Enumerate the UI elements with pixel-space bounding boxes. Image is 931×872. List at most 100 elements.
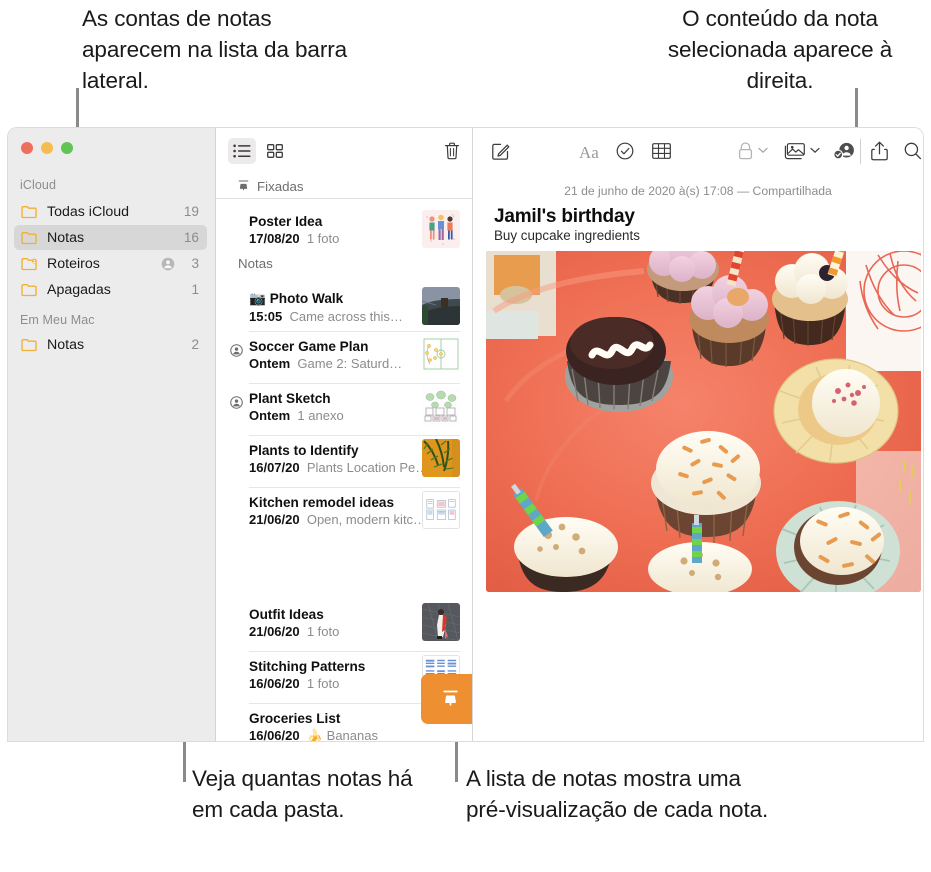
table-button[interactable] (652, 143, 671, 159)
row-divider (249, 487, 460, 488)
note-date: 16/06/20 (249, 728, 300, 741)
gallery-view-button[interactable] (261, 138, 289, 164)
camera-emoji-icon: 📷 (249, 291, 266, 306)
chevron-down-icon (810, 147, 820, 154)
sidebar-section-icloud-title: iCloud (20, 178, 57, 192)
format-button[interactable]: Aa (579, 143, 599, 163)
close-button[interactable] (21, 142, 33, 154)
toolbar-divider (860, 139, 861, 164)
note-preview: 1 foto (306, 676, 340, 691)
list-view-button[interactable] (228, 138, 256, 164)
table-icon (652, 143, 671, 159)
note-date: 15:05 (249, 309, 283, 324)
note-date-line: 21 de junho de 2020 à(s) 17:08 — Compart… (564, 184, 832, 198)
folder-icon (21, 283, 37, 296)
pin-icon (442, 690, 458, 706)
editor-toolbar: Aa (473, 128, 923, 174)
sidebar-item-count: 2 (191, 337, 199, 352)
note-thumbnail-poster-idea (422, 210, 460, 248)
note-date: 21/06/20 (249, 624, 300, 639)
note-date: Ontem (249, 408, 291, 423)
sidebar-item-count: 1 (191, 282, 199, 297)
folder-icon (21, 338, 37, 351)
folder-icon (21, 231, 37, 244)
row-divider (249, 383, 460, 384)
sidebar-item-label: Todas iCloud (47, 203, 130, 220)
note-preview: 🍌 Bananas (306, 728, 378, 741)
note-title-text: Photo Walk (269, 291, 344, 306)
note-editor-panel: Aa 21 de junho de 2020 à(s) 17:08 — Comp… (473, 128, 923, 741)
note-preview: 1 foto (306, 231, 340, 246)
sidebar-item-notas-mac[interactable]: Notas 2 (14, 332, 207, 357)
media-chevron-button[interactable] (810, 147, 820, 154)
insert-media-button[interactable] (784, 143, 805, 160)
shared-person-icon (161, 257, 175, 271)
pin-swipe-action-button[interactable] (421, 674, 472, 724)
note-preview: Game 2: Saturd… (297, 356, 403, 371)
folder-shared-icon (21, 257, 37, 270)
sidebar-section-mac-title: Em Meu Mac (20, 313, 95, 327)
sidebar-item-label: Roteiros (47, 255, 100, 272)
note-date: Ontem (249, 356, 291, 371)
row-divider (249, 435, 460, 436)
sidebar-item-roteiros[interactable]: Roteiros 3 (14, 251, 207, 276)
media-icon (784, 143, 805, 160)
search-icon (904, 142, 922, 160)
note-preview: Came across this… (289, 309, 403, 324)
format-Aa-icon: Aa (579, 143, 599, 162)
window-controls[interactable] (21, 142, 73, 154)
sidebar-item-count: 3 (191, 256, 199, 271)
note-body-text[interactable]: Buy cupcake ingredients (494, 228, 640, 243)
note-subtitle: 16/06/20 🍌 Bananas (249, 728, 460, 741)
collaborate-icon (833, 142, 854, 160)
list-view-icon (233, 144, 251, 158)
chevron-down-icon (758, 147, 768, 154)
sidebar-item-label: Apagadas (47, 281, 111, 298)
note-thumbnail-outfit-photo (422, 603, 460, 641)
note-photo-cupcakes[interactable] (486, 251, 921, 592)
note-preview: Open, modern kitc… (306, 512, 427, 527)
callout-bottom-right: A lista de notas mostra uma pré-visualiz… (466, 766, 769, 822)
trash-icon (445, 142, 459, 160)
note-thumbnail-soccer-field (422, 335, 460, 373)
sidebar-item-todas-icloud[interactable]: Todas iCloud 19 (14, 199, 207, 224)
zoom-button[interactable] (61, 142, 73, 154)
row-divider (249, 651, 460, 652)
collaborate-button[interactable] (833, 142, 855, 161)
list-divider (216, 198, 472, 199)
note-preview: 1 anexo (297, 408, 344, 423)
note-title-heading: Jamil's birthday (494, 206, 635, 227)
search-button[interactable] (904, 142, 922, 160)
note-preview: 1 foto (306, 624, 340, 639)
pinned-section-label: Fixadas (257, 178, 304, 194)
note-preview: Plants Location Pe… (306, 460, 429, 475)
pin-icon (238, 179, 249, 190)
note-thumbnail-palm-leaf (422, 439, 460, 477)
compose-note-button[interactable] (491, 142, 510, 161)
minimize-button[interactable] (41, 142, 53, 154)
sidebar-item-label: Notas (47, 336, 85, 353)
checklist-button[interactable] (616, 142, 634, 160)
share-button[interactable] (871, 141, 888, 161)
sidebar-item-apagadas[interactable]: Apagadas 1 (14, 277, 207, 302)
delete-note-button[interactable] (438, 138, 466, 164)
note-date: 16/06/20 (249, 676, 300, 691)
note-thumbnail-kitchen-plan (422, 491, 460, 529)
lock-note-button[interactable] (738, 142, 753, 160)
row-divider (249, 331, 460, 332)
sidebar-item-count: 16 (183, 230, 199, 245)
notes-group-label: Notas (238, 256, 273, 271)
sidebar-item-label: Notas (47, 229, 85, 246)
sidebar: iCloud Todas iCloud 19 Notas 16 Roteiros… (8, 128, 216, 741)
note-thumbnail-plants-sketch (422, 387, 460, 425)
note-date: 21/06/20 (249, 512, 300, 527)
sidebar-item-notas-icloud[interactable]: Notas 16 (14, 225, 207, 250)
sidebar-item-count: 19 (183, 204, 199, 219)
callout-top-left: As contas de notas aparecem na lista da … (82, 6, 348, 93)
lock-chevron-button[interactable] (758, 147, 768, 154)
notes-list-panel: Fixadas Poster Idea 17/08/20 1 foto Nota… (216, 128, 473, 741)
callout-bottom-left: Veja quantas notas há em cada pasta. (192, 766, 413, 822)
notes-app-window: iCloud Todas iCloud 19 Notas 16 Roteiros… (8, 128, 923, 741)
folder-icon (21, 205, 37, 218)
checklist-icon (616, 142, 634, 160)
